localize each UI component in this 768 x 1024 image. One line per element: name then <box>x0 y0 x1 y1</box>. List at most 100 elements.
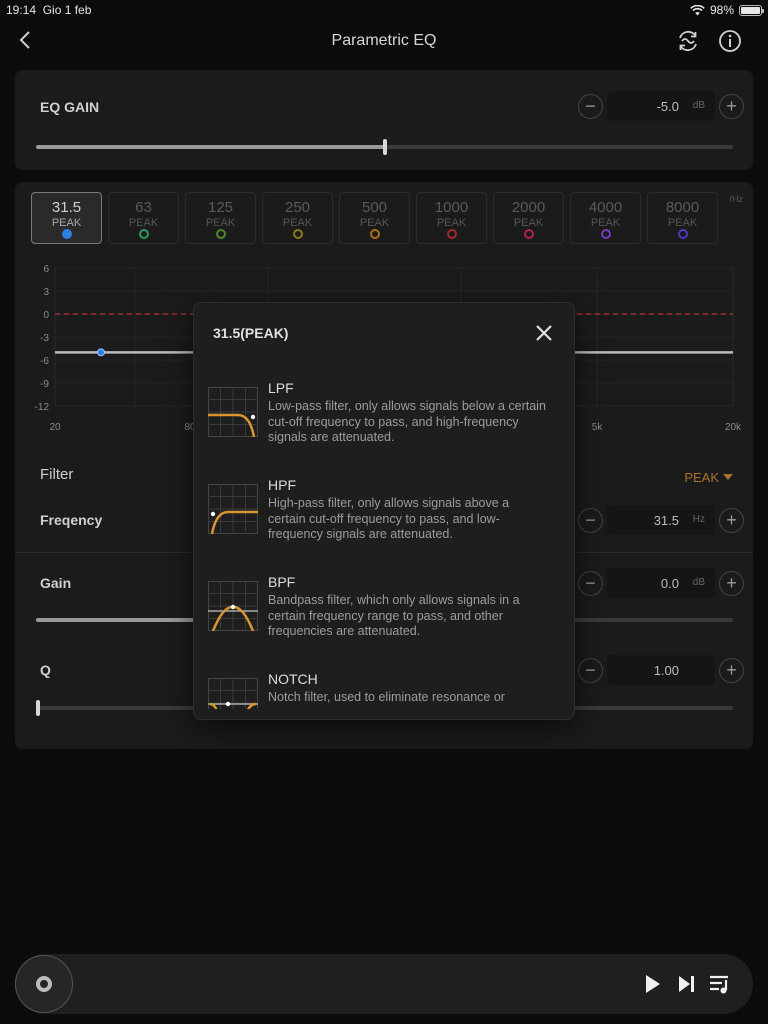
band-button[interactable]: 63 PEAK <box>108 192 179 244</box>
play-button[interactable] <box>640 972 664 996</box>
band-frequency: 2000 <box>511 199 546 216</box>
x-tick-label: 20 <box>49 422 61 433</box>
filter-type-value: PEAK <box>684 470 719 485</box>
wifi-icon <box>690 4 705 15</box>
filter-option-name: LPF <box>268 380 294 396</box>
close-icon <box>536 325 552 341</box>
eq-gain-slider-thumb[interactable] <box>382 139 387 155</box>
band-color-dot <box>370 229 380 239</box>
queue-button[interactable] <box>708 972 732 996</box>
band-type: PEAK <box>590 217 621 229</box>
band-color-dot <box>293 229 303 239</box>
band-frequency: 4000 <box>588 199 623 216</box>
page-title: Parametric EQ <box>331 32 437 49</box>
frequency-stepper: − 31.5 Hz + <box>578 505 744 535</box>
gain-decrease-button[interactable]: − <box>578 570 603 596</box>
band-color-dot <box>678 229 688 239</box>
band-color-dot <box>139 229 149 239</box>
band-type: PEAK <box>513 217 544 229</box>
modal-title: 31.5(PEAK) <box>213 325 289 341</box>
gain-unit: dB <box>692 577 705 588</box>
band-type: PEAK <box>667 217 698 229</box>
band-color-dot <box>216 229 226 239</box>
filter-option-lpf[interactable]: LPF Low-pass filter, only allows signals… <box>208 375 568 465</box>
gain-increase-button[interactable]: + <box>719 570 744 596</box>
band-type: PEAK <box>128 217 159 229</box>
battery-percent: 98% <box>709 3 734 17</box>
x-tick-label: 20k <box>725 422 742 433</box>
frequency-value: 31.5 <box>653 513 679 528</box>
band-button[interactable]: 125 PEAK <box>185 192 256 244</box>
filter-type-dropdown[interactable]: PEAK <box>684 470 733 485</box>
band-type: PEAK <box>205 217 236 229</box>
play-icon <box>646 975 660 993</box>
gain-value-field[interactable]: 0.0 dB <box>607 568 715 598</box>
y-tick-label: -9 <box>40 379 49 390</box>
frequency-decrease-button[interactable]: − <box>578 507 603 533</box>
close-button[interactable] <box>532 321 556 345</box>
y-tick-label: -6 <box>40 356 49 367</box>
eq-gain-decrease-button[interactable]: − <box>578 93 603 119</box>
y-tick-label: -3 <box>40 333 49 344</box>
frequency-label: Freqency <box>40 512 103 528</box>
eq-gain-label: EQ GAIN <box>40 99 100 115</box>
q-slider-thumb[interactable] <box>36 700 40 716</box>
band-frequency: 8000 <box>665 199 700 216</box>
x-tick-label: 5k <box>592 422 604 433</box>
filter-option-desc: High-pass filter, only allows signals ab… <box>268 496 510 541</box>
band-type: PEAK <box>282 217 313 229</box>
band-button[interactable]: 1000 PEAK <box>416 192 487 244</box>
gain-stepper: − 0.0 dB + <box>578 568 744 598</box>
band-handle <box>97 348 105 357</box>
filter-option-hpf[interactable]: HPF High-pass filter, only allows signal… <box>208 472 568 562</box>
band-frequency: 125 <box>207 199 234 216</box>
status-right: 98% <box>690 3 764 17</box>
filter-option-name: BPF <box>268 574 296 590</box>
next-button[interactable] <box>674 972 698 996</box>
status-bar: 19:14 Gio 1 feb 98% <box>0 0 768 22</box>
eq-gain-panel: EQ GAIN − -5.0 dB + <box>15 70 753 170</box>
band-type: PEAK <box>359 217 390 229</box>
filter-option-name: HPF <box>268 477 296 493</box>
sync-button[interactable] <box>675 28 701 54</box>
eq-gain-slider[interactable] <box>36 139 733 155</box>
band-button[interactable]: 2000 PEAK <box>493 192 564 244</box>
band-frequency: 31.5 <box>51 199 82 216</box>
y-tick-label: 0 <box>43 310 49 321</box>
band-button[interactable]: 31.5 PEAK <box>31 192 102 244</box>
eq-gain-value-field[interactable]: -5.0 dB <box>607 91 715 121</box>
band-button[interactable]: 4000 PEAK <box>570 192 641 244</box>
filter-option-notch[interactable]: NOTCH Notch filter, used to eliminate re… <box>208 666 568 709</box>
filter-type-modal: 31.5(PEAK) LPF Low-pass filter, only all… <box>193 302 575 720</box>
info-icon <box>719 30 741 52</box>
band-color-dot <box>447 229 457 239</box>
band-type: PEAK <box>51 217 82 229</box>
q-increase-button[interactable]: + <box>719 657 744 683</box>
hpf-curve-icon <box>208 484 258 534</box>
filter-option-bpf[interactable]: BPF Bandpass filter, which only allows s… <box>208 569 568 659</box>
sync-wave-icon <box>679 30 697 52</box>
frequency-increase-button[interactable]: + <box>719 507 744 533</box>
q-decrease-button[interactable]: − <box>578 657 603 683</box>
filter-label: Filter <box>40 466 74 483</box>
disc-icon[interactable] <box>15 955 73 1013</box>
filter-option-desc: Low-pass filter, only allows signals bel… <box>268 399 546 444</box>
band-button[interactable]: 8000 PEAK <box>647 192 718 244</box>
frequency-value-field[interactable]: 31.5 Hz <box>607 505 715 535</box>
q-value-field[interactable]: 1.00 <box>607 655 715 685</box>
eq-gain-increase-button[interactable]: + <box>719 93 744 119</box>
filter-option-desc: Bandpass filter, which only allows signa… <box>268 593 520 638</box>
y-tick-label: 6 <box>43 264 49 275</box>
band-button[interactable]: 250 PEAK <box>262 192 333 244</box>
gain-value: 0.0 <box>660 576 679 591</box>
info-button[interactable] <box>717 28 743 54</box>
band-button[interactable]: 500 PEAK <box>339 192 410 244</box>
q-value: 1.00 <box>653 663 679 678</box>
bpf-curve-icon <box>208 581 258 631</box>
eq-gain-unit: dB <box>692 100 705 111</box>
eq-gain-stepper: − -5.0 dB + <box>578 91 744 121</box>
band-unit: /Hz <box>729 194 744 204</box>
status-time-date: 19:14 Gio 1 feb <box>6 3 92 17</box>
q-stepper: − 1.00 + <box>578 655 744 685</box>
eq-gain-slider-fill <box>36 145 385 149</box>
